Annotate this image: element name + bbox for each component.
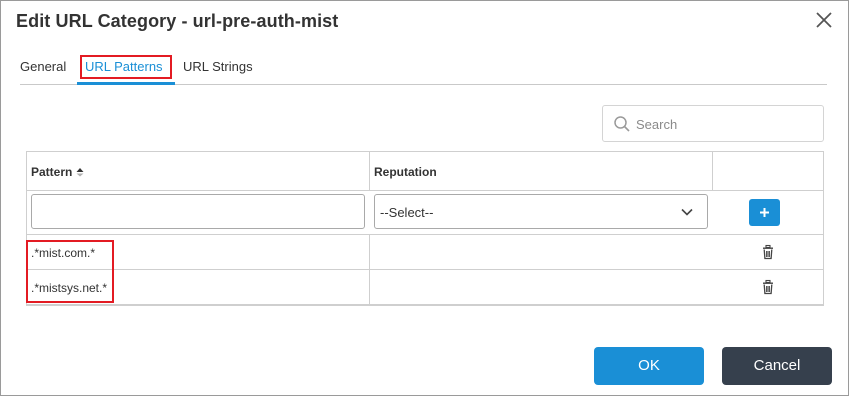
tab-highlight-box bbox=[80, 55, 172, 79]
reputation-select[interactable]: --Select-- bbox=[374, 194, 708, 229]
table-row: .*mist.com.* bbox=[27, 235, 823, 270]
cancel-button[interactable]: Cancel bbox=[722, 347, 832, 385]
table-header: Pattern Reputation bbox=[27, 152, 823, 191]
search-input[interactable] bbox=[636, 114, 816, 134]
column-divider bbox=[369, 270, 370, 305]
sort-ascending-icon bbox=[76, 167, 84, 177]
pattern-input[interactable] bbox=[31, 194, 365, 229]
edit-url-category-dialog: Edit URL Category - url-pre-auth-mist Ge… bbox=[0, 0, 849, 396]
column-header-pattern-label: Pattern bbox=[31, 165, 73, 179]
close-icon[interactable] bbox=[812, 8, 836, 32]
ok-button[interactable]: OK bbox=[594, 347, 704, 385]
rows-highlight-box bbox=[26, 240, 114, 303]
trash-icon[interactable] bbox=[761, 244, 775, 260]
column-divider bbox=[369, 152, 370, 191]
search-box[interactable] bbox=[602, 105, 824, 142]
column-divider bbox=[369, 235, 370, 270]
table-row: .*mistsys.net.* bbox=[27, 270, 823, 305]
url-patterns-table: Pattern Reputation --Select-- .*mist.com… bbox=[26, 151, 824, 306]
trash-icon[interactable] bbox=[761, 279, 775, 295]
tab-general[interactable]: General bbox=[20, 59, 66, 74]
search-icon bbox=[614, 116, 630, 132]
add-pattern-button[interactable] bbox=[749, 199, 780, 226]
column-header-reputation[interactable]: Reputation bbox=[374, 165, 437, 179]
chevron-down-icon bbox=[681, 208, 693, 216]
active-tab-indicator bbox=[77, 82, 175, 85]
dialog-title: Edit URL Category - url-pre-auth-mist bbox=[16, 11, 339, 31]
new-pattern-row: --Select-- bbox=[27, 191, 823, 235]
plus-icon bbox=[760, 208, 769, 217]
tab-url-strings[interactable]: URL Strings bbox=[183, 59, 253, 74]
column-header-pattern[interactable]: Pattern bbox=[31, 165, 84, 179]
reputation-select-value: --Select-- bbox=[380, 205, 434, 220]
